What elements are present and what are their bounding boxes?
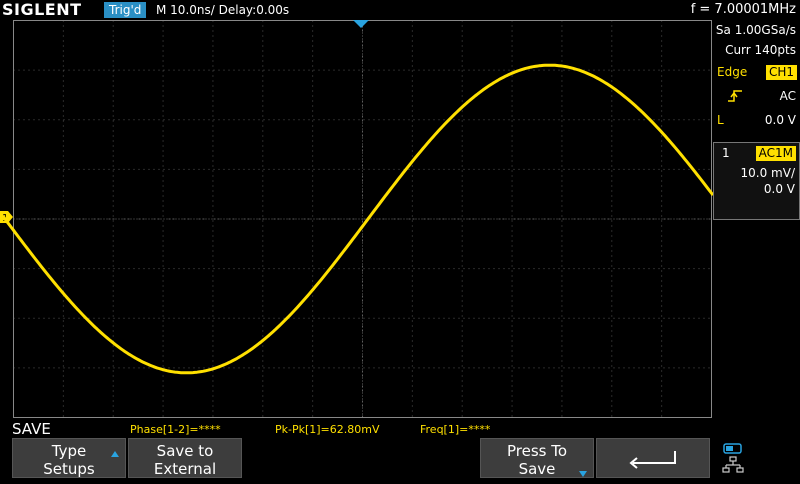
trigger-slope-row[interactable]: AC [713, 86, 800, 106]
save-to-external-line1: Save to [156, 442, 214, 460]
timebase-readout[interactable]: M 10.0ns/ Delay:0.00s [156, 0, 289, 20]
waveform-display[interactable]: 1 [0, 20, 713, 418]
type-setups-line1: Type [51, 442, 87, 460]
network-icon [722, 456, 744, 473]
channel-coupling-badge: AC1M [755, 146, 796, 161]
press-to-save-button[interactable]: Press To Save [480, 438, 594, 478]
graticule: 1 [0, 20, 713, 418]
usb-connection-icon [723, 443, 742, 454]
channel-number: 1 [722, 146, 730, 160]
trigger-type: Edge [717, 65, 748, 79]
trigger-type-row[interactable]: Edge CH1 [713, 62, 800, 82]
trigger-source-badge: CH1 [765, 65, 797, 80]
brand-logo: SIGLENT [2, 0, 82, 19]
memory-depth: Curr 140pts [725, 43, 796, 57]
rising-edge-icon [727, 86, 743, 110]
menu-title: SAVE [12, 420, 51, 438]
channel-offset: 0.0 V [763, 182, 795, 196]
grid-lines [13, 20, 712, 418]
softkey-empty-2 [362, 438, 478, 478]
channel-scale: 10.0 mV/ [740, 166, 795, 180]
trigger-level-label: L [717, 113, 724, 127]
press-to-save-line2: Save [518, 460, 556, 478]
channel-1-info-box[interactable]: 1 AC1M 10.0 mV/ 0.0 V [713, 142, 800, 220]
save-to-external-line2: External [153, 460, 217, 478]
measurement-pkpk: Pk-Pk[1]=62.80mV [275, 423, 380, 436]
status-icons [713, 438, 800, 480]
frequency-counter: f = 7.00001MHz [690, 2, 796, 17]
sample-rate: Sa 1.00GSa/s [715, 23, 796, 37]
press-to-save-line1: Press To [506, 442, 568, 460]
softkey-empty-1 [244, 438, 360, 478]
trigger-level-row[interactable]: L 0.0 V [713, 110, 800, 130]
trigger-coupling: AC [779, 89, 796, 103]
select-arrow-icon [111, 451, 119, 457]
timebase-scale: M 10.0ns/ [156, 3, 215, 17]
return-arrow-icon [629, 451, 676, 469]
right-info-panel: Sa 1.00GSa/s Curr 140pts Edge CH1 AC L 0… [713, 20, 800, 418]
knob-indicator-icon [579, 471, 587, 477]
status-bar: SIGLENT Trig'd M 10.0ns/ Delay:0.00s f =… [0, 0, 800, 20]
measurement-freq: Freq[1]=**** [420, 423, 491, 436]
return-button[interactable] [596, 438, 710, 478]
trigger-delay: Delay:0.00s [218, 3, 290, 17]
trigger-level: 0.0 V [764, 113, 796, 127]
measurement-phase: Phase[1-2]=**** [130, 423, 221, 436]
memory-depth-row: Curr 140pts [713, 40, 800, 60]
type-setups-line2: Setups [43, 460, 95, 478]
trigger-position-marker-icon [353, 20, 369, 28]
sample-rate-row: Sa 1.00GSa/s [713, 20, 800, 40]
save-to-external-button[interactable]: Save to External [128, 438, 242, 478]
type-setups-button[interactable]: Type Setups [12, 438, 126, 478]
trigger-status-badge: Trig'd [104, 2, 147, 18]
